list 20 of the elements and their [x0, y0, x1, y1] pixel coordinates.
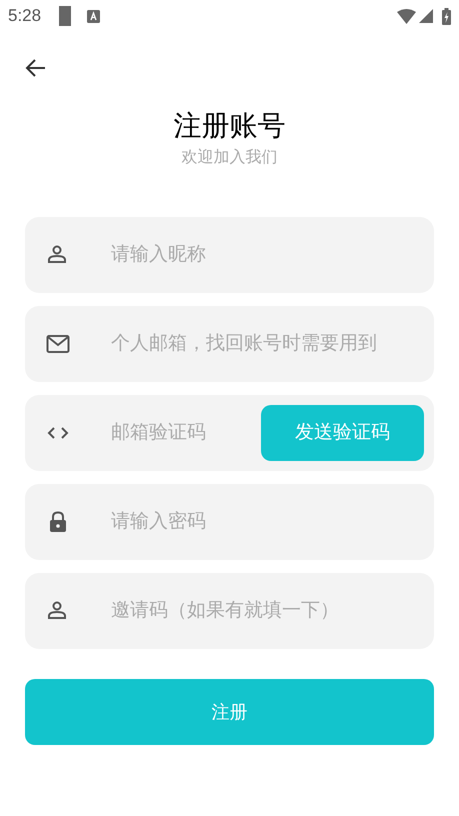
input-field[interactable]: 请输入密码 — [25, 484, 434, 560]
register-button[interactable]: 注册 — [25, 679, 434, 745]
mail-icon — [46, 332, 70, 356]
wifi-icon — [397, 8, 416, 24]
input-field[interactable]: 请输入密码 — [111, 508, 424, 536]
input-field[interactable]: 邮箱验证码 — [111, 418, 261, 448]
status-time: 5:28 — [8, 5, 42, 28]
input-field[interactable]: 邀请码（如果有就填一下） — [111, 596, 424, 626]
battery-icon — [442, 8, 451, 24]
input-field[interactable]: 请输入昵称 — [25, 217, 434, 293]
page-title: 注册账号 — [174, 109, 286, 143]
input-field[interactable]: 邀请码（如果有就填一下） — [25, 573, 434, 649]
input-field[interactable]: 请输入昵称 — [111, 240, 424, 270]
input-field[interactable]: 个人邮箱，找回账号时需要用到 — [111, 330, 424, 358]
keyboard-icon — [87, 10, 100, 22]
signal-icon — [419, 9, 433, 23]
page-subtitle: 欢迎加入我们 — [182, 148, 278, 168]
send-code-button[interactable]: 发送验证码 — [261, 405, 424, 461]
sim-card-icon — [59, 6, 72, 26]
input-field[interactable]: 个人邮箱，找回账号时需要用到 — [25, 306, 434, 382]
